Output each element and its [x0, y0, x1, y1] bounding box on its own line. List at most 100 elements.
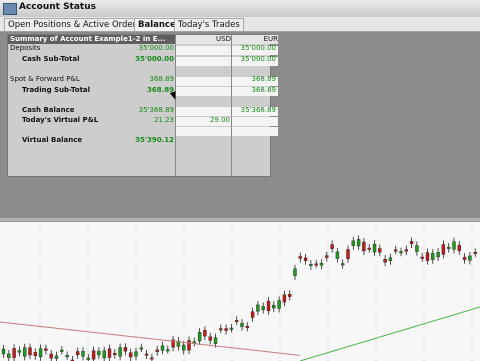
- candle-body: [394, 249, 398, 252]
- candle-body: [420, 256, 424, 259]
- candle-body: [404, 249, 408, 252]
- candle-body: [213, 337, 218, 344]
- candle-body: [372, 244, 377, 253]
- candle-body: [452, 241, 456, 250]
- candle-body: [250, 311, 255, 318]
- row-value: 368.89: [149, 75, 175, 83]
- row-label: Virtual Balance: [22, 136, 83, 144]
- row-value: 368.89: [146, 86, 174, 94]
- candle-body: [351, 240, 355, 246]
- candle-body: [441, 244, 446, 255]
- row-label: Today's Virtual P&L: [22, 116, 99, 124]
- candle-body: [160, 345, 165, 351]
- candle-body: [54, 355, 59, 359]
- candle-body: [28, 347, 32, 356]
- candle-body: [33, 352, 37, 356]
- row-value: 21.23: [153, 116, 174, 124]
- candle-body: [1, 348, 6, 355]
- candle-body: [330, 244, 334, 249]
- candle-body: [362, 241, 366, 252]
- table-row[interactable]: Virtual Balance 35'390.12: [8, 135, 270, 146]
- row-label: Trading Sub-Total: [22, 86, 91, 94]
- candle-body: [139, 347, 144, 350]
- candle-body: [447, 246, 451, 249]
- candle-body: [378, 248, 382, 253]
- candle-body: [409, 241, 414, 245]
- candle-body: [256, 304, 260, 312]
- candle-body: [187, 340, 191, 351]
- tab-bar: Open Positions & Active Orders Balances …: [0, 17, 480, 32]
- row-usd: 29.00: [209, 116, 230, 124]
- table-row[interactable]: Today's Virtual P&L 21.23 29.00: [8, 115, 270, 126]
- candle-body: [399, 251, 403, 254]
- candle-body: [436, 252, 440, 258]
- candle-body: [65, 355, 69, 358]
- row-eur: 368.89: [251, 86, 277, 94]
- moving-average-line: [299, 306, 480, 361]
- row-label: Spot & Forward P&L: [10, 75, 80, 83]
- candle-body: [75, 351, 80, 356]
- row-label: Cash Sub-Total: [22, 55, 80, 63]
- candle-body: [282, 294, 287, 303]
- row-eur: 35'000.00: [240, 55, 276, 63]
- window-titlebar[interactable]: Account Status: [0, 0, 480, 18]
- candle-body: [166, 349, 170, 352]
- candle-body: [23, 347, 27, 357]
- table-row[interactable]: Trading Sub-Total 368.89 368.89: [8, 85, 276, 96]
- row-value: 35'000.00: [138, 44, 174, 52]
- candle-body: [7, 353, 11, 358]
- candle-body: [107, 348, 112, 358]
- candle-body: [208, 336, 212, 341]
- tab-todays-trades[interactable]: Today's Trades: [174, 18, 244, 31]
- candle-body: [113, 353, 117, 355]
- candlestick-chart[interactable]: [0, 222, 480, 361]
- candle-body: [86, 357, 91, 360]
- candle-body: [81, 351, 85, 357]
- candle-body: [38, 348, 43, 357]
- candle-body: [60, 349, 64, 352]
- candle-body: [415, 245, 419, 252]
- window-title: Account Status: [19, 2, 96, 12]
- candle-body: [118, 347, 122, 357]
- tab-open-positions[interactable]: Open Positions & Active Orders: [4, 18, 145, 31]
- candle-body: [266, 300, 271, 312]
- candle-body: [335, 251, 340, 259]
- candle-body: [192, 341, 197, 344]
- candle-body: [277, 300, 281, 309]
- balances-table: Summary of Account Example1-2 in E... US…: [7, 34, 278, 177]
- table-row[interactable]: Deposits 35'000.00 35'000.00: [8, 43, 276, 54]
- candle-body: [346, 249, 350, 260]
- candle-body: [425, 252, 430, 261]
- candle-body: [293, 268, 297, 277]
- candle-body: [468, 255, 472, 261]
- table-row[interactable]: Cash Sub-Total 35'000.00 35'000.00: [8, 54, 276, 65]
- row-eur: 368.89: [251, 75, 277, 83]
- candle-body: [473, 252, 477, 254]
- candle-body: [240, 322, 244, 327]
- candle-body: [245, 325, 250, 328]
- candle-body: [181, 344, 186, 351]
- candle-body: [319, 262, 324, 266]
- row-value: 35'000.00: [135, 55, 174, 63]
- candle-body: [128, 352, 133, 358]
- price-chart[interactable]: [0, 221, 480, 361]
- candle-body: [44, 348, 48, 351]
- row-value: 35'390.12: [135, 136, 174, 144]
- candle-body: [229, 327, 234, 330]
- candle-body: [431, 253, 435, 260]
- candle-body: [383, 258, 387, 263]
- candle-body: [356, 239, 361, 247]
- candle-body: [17, 350, 22, 353]
- candle-body: [49, 353, 53, 359]
- candle-body: [12, 348, 16, 358]
- candle-body: [155, 349, 159, 352]
- candle-body: [261, 306, 265, 310]
- candle-body: [123, 347, 128, 352]
- candle-body: [150, 357, 154, 360]
- candle-body: [388, 257, 393, 261]
- candle-body: [203, 330, 207, 337]
- candle-body: [325, 255, 329, 258]
- candle-body: [457, 244, 461, 251]
- candle-body: [144, 353, 149, 356]
- table-row[interactable]: Spot & Forward P&L 368.89 368.89: [8, 74, 276, 85]
